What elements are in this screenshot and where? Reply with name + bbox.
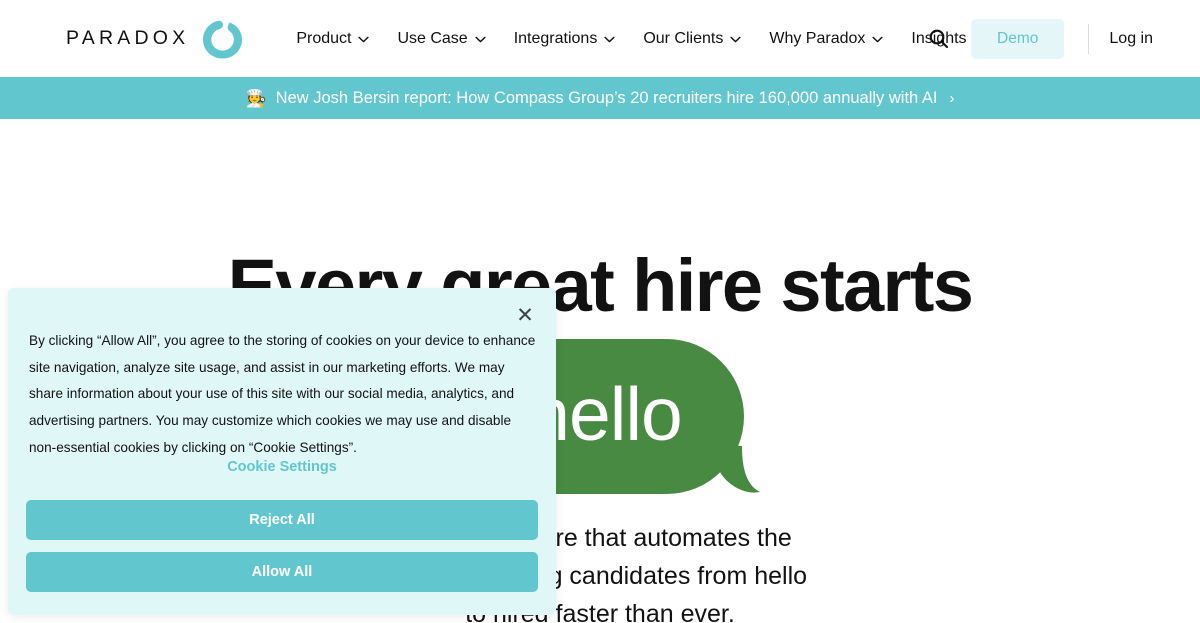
nav-item-why-paradox[interactable]: Why Paradox (755, 24, 897, 54)
nav-item-use-case[interactable]: Use Case (383, 24, 499, 54)
nav-label: Integrations (513, 29, 598, 47)
chevron-right-icon: › (949, 89, 955, 107)
chevron-down-icon (475, 36, 486, 43)
search-button[interactable] (921, 22, 955, 56)
login-link[interactable]: Log in (1109, 30, 1153, 48)
page-root: PARADOX Product Use Case Integrations Ou… (0, 0, 1200, 623)
announcement-banner-content: 🧑‍🍳 New Josh Bersin report: How Compass … (245, 89, 954, 108)
nav-item-integrations[interactable]: Integrations (500, 24, 630, 54)
speech-bubble-tail-icon (716, 446, 760, 493)
close-icon[interactable]: ✕ (512, 302, 538, 328)
demo-button[interactable]: Demo (971, 18, 1065, 59)
chevron-down-icon (358, 36, 370, 43)
logo-wordmark: PARADOX (66, 27, 190, 49)
search-icon (929, 29, 948, 49)
header-actions: Demo Log in (921, 0, 1200, 77)
chevron-down-icon (604, 36, 615, 43)
allow-all-button[interactable]: Allow All (26, 552, 538, 592)
chevron-down-icon (730, 36, 741, 43)
reject-all-button[interactable]: Reject All (26, 500, 538, 540)
announcement-text: New Josh Bersin report: How Compass Grou… (275, 88, 938, 107)
site-header: PARADOX Product Use Case Integrations Ou… (0, 0, 1200, 77)
cookie-settings-link[interactable]: Cookie Settings (8, 459, 556, 475)
nav-item-product[interactable]: Product (282, 24, 383, 54)
chef-emoji-icon: 🧑‍🍳 (245, 88, 267, 108)
nav-label: Use Case (397, 29, 468, 47)
chevron-down-icon (872, 36, 884, 43)
announcement-banner[interactable]: 🧑‍🍳 New Josh Bersin report: How Compass … (0, 77, 1200, 119)
logo[interactable]: PARADOX (66, 16, 245, 62)
nav-label: Why Paradox (769, 29, 866, 47)
header-divider (1088, 23, 1090, 54)
nav-label: Product (296, 29, 352, 47)
paradox-ring-logo-icon (203, 20, 243, 58)
cookie-consent-dialog: ✕ By clicking “Allow All”, you agree to … (8, 288, 556, 615)
nav-item-our-clients[interactable]: Our Clients (629, 24, 755, 54)
cookie-consent-text: By clicking “Allow All”, you agree to th… (29, 333, 536, 455)
main-navigation: Product Use Case Integrations Our Client… (282, 24, 998, 54)
nav-label: Our Clients (643, 29, 724, 47)
